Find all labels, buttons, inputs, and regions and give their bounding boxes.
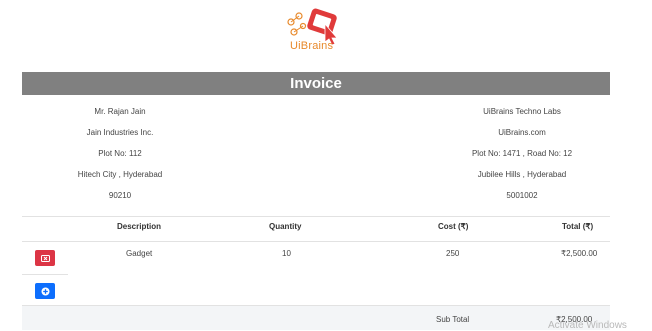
bill-from-line: Plot No: 1471 , Road No: 12 [471, 149, 573, 158]
bill-from-line: 5001002 [506, 191, 538, 200]
bill-from-line: UiBrains Techno Labs [483, 107, 561, 116]
x-icon [40, 254, 50, 262]
plus-icon [41, 287, 49, 295]
bill-to-line: 90210 [108, 191, 132, 200]
delete-row-button[interactable] [35, 250, 55, 266]
bill-from-line: Jubilee Hills , Hyderabad [477, 170, 567, 179]
os-watermark: Activate Windows [548, 320, 627, 331]
subtotal-label: Sub Total [436, 315, 470, 324]
brand-name: UiBrains [290, 40, 334, 52]
bill-to-line: Mr. Rajan Jain [94, 107, 146, 116]
row-description: Gadget [126, 249, 153, 258]
bill-to-line: Jain Industries Inc. [86, 128, 154, 137]
row-quantity: 10 [282, 249, 291, 258]
header-cost: Cost (₹) [438, 222, 469, 231]
header-quantity: Quantity [269, 222, 302, 231]
header-description: Description [117, 222, 162, 231]
add-row-button[interactable] [35, 283, 55, 299]
row-total: ₹2,500.00 [561, 249, 598, 258]
header-total: Total (₹) [562, 222, 594, 231]
subtotal-row [22, 306, 610, 330]
table-top-divider [22, 216, 610, 217]
bill-from-line: UiBrains.com [498, 128, 546, 137]
table-header-divider [22, 241, 610, 242]
bill-to-line: Plot No: 112 [98, 149, 142, 158]
row-cost: 250 [446, 249, 460, 258]
bill-to-address: Mr. Rajan Jain Jain Industries Inc. Plot… [30, 101, 210, 206]
row-divider [22, 274, 68, 275]
bill-from-address: UiBrains Techno Labs UiBrains.com Plot N… [432, 101, 612, 206]
invoice-title: Invoice [22, 72, 610, 95]
bill-to-line: Hitech City , Hyderabad [77, 170, 163, 179]
